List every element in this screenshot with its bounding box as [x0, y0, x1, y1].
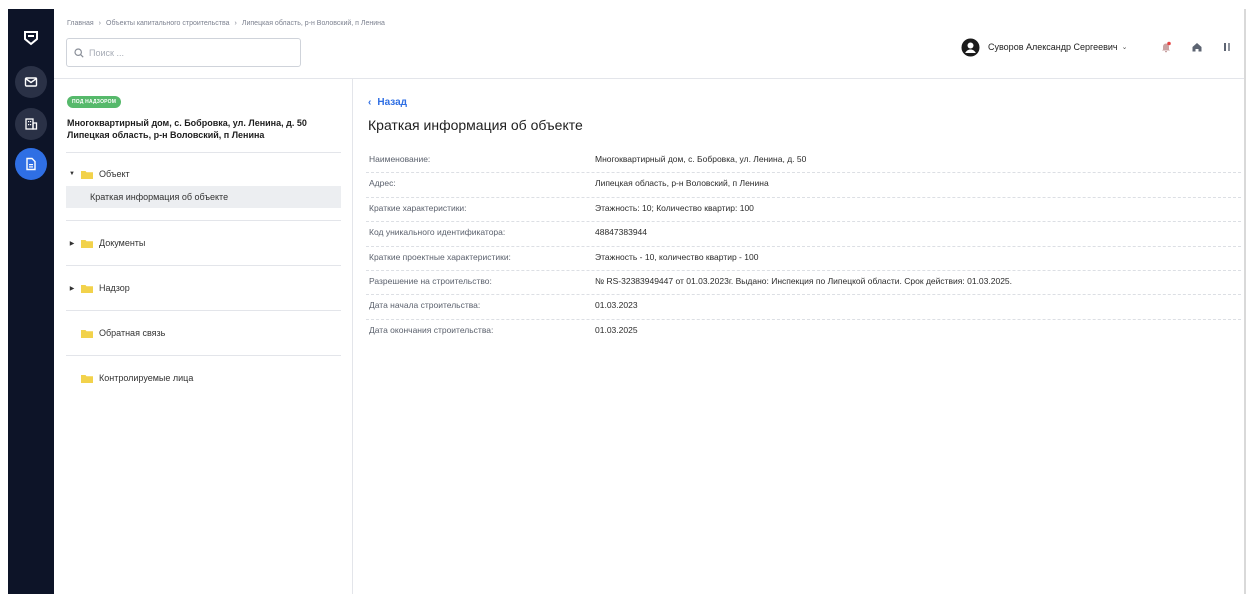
- folder-icon: [81, 284, 93, 293]
- home-button[interactable]: [1187, 37, 1207, 57]
- header: Главная › Объекты капитального строительст…: [54, 9, 1244, 79]
- search-icon: [74, 47, 84, 58]
- info-row: Краткие проектные характеристики: Этажнос…: [366, 247, 1241, 271]
- info-row: Код уникального идентификатора: 488473839…: [366, 222, 1241, 247]
- info-label: Дата окончания строительства:: [369, 324, 494, 335]
- tree-item-feedback[interactable]: Обратная связь: [66, 322, 341, 344]
- nav-rail: [8, 9, 54, 594]
- rail-mail-button[interactable]: [15, 66, 47, 98]
- info-label: Краткие проектные характеристики:: [369, 251, 511, 262]
- tree-item-label: Контролируемые лица: [99, 373, 194, 383]
- folder-icon: [81, 170, 93, 179]
- object-title-line2: Липецкая область, р-н Воловский, п Ленин…: [67, 130, 265, 140]
- folder-icon: [81, 239, 93, 248]
- shield-logo-icon[interactable]: [19, 26, 43, 50]
- home-icon: [1192, 43, 1202, 52]
- caret-right-icon: ▶: [69, 240, 75, 247]
- info-row: Наименование: Многоквартирный дом, с. Боб…: [366, 149, 1241, 174]
- info-value: 01.03.2025: [595, 324, 638, 335]
- top-strip: [0, 0, 1246, 9]
- divider: [66, 265, 341, 266]
- document-icon: [26, 157, 36, 171]
- info-label: Дата начала строительства:: [369, 300, 481, 311]
- chevron-right-icon: ›: [98, 20, 101, 27]
- breadcrumb: Главная › Объекты капитального строительст…: [67, 20, 385, 27]
- tree-item-controlled-persons[interactable]: Контролируемые лица: [66, 367, 341, 389]
- breadcrumb-objects[interactable]: Объекты капитального строительства: [106, 20, 230, 27]
- logout-icon: [1224, 43, 1230, 51]
- object-title: Многоквартирный дом, с. Бобровка, ул. Ле…: [67, 117, 347, 141]
- divider: [66, 220, 341, 221]
- info-label: Разрешение на строительство:: [369, 275, 492, 286]
- info-row: Краткие характеристики: Этажность: 10; Ко…: [366, 198, 1241, 223]
- tree-item-brief-info[interactable]: Краткая информация об объекте: [66, 186, 341, 208]
- status-badge: ПОД НАДЗОРОМ: [67, 96, 122, 108]
- rail-documents-button[interactable]: [15, 148, 47, 180]
- user-name: Суворов Александр Сергеевич: [988, 42, 1118, 52]
- back-label: Назад: [377, 97, 407, 108]
- info-row: Дата начала строительства: 01.03.2023: [366, 295, 1241, 320]
- info-label: Наименование:: [369, 154, 431, 164]
- divider: [66, 355, 341, 356]
- chevron-right-icon: ›: [234, 20, 237, 27]
- info-table: Наименование: Многоквартирный дом, с. Боб…: [366, 149, 1241, 344]
- info-value: 48847383944: [595, 227, 648, 238]
- info-row: Адрес: Липецкая область, р-н Воловский, п…: [366, 173, 1241, 198]
- chevron-down-icon: ⌄: [1121, 44, 1128, 51]
- tree-item-label: Обратная связь: [99, 328, 166, 338]
- folder-icon: [81, 329, 93, 338]
- divider: [66, 152, 341, 153]
- mail-icon: [24, 77, 38, 87]
- page-title: Краткая информация об объекте: [368, 117, 583, 133]
- user-avatar-icon: [961, 38, 980, 56]
- tree-item-documents[interactable]: ▶ Документы: [66, 232, 341, 254]
- user-menu[interactable]: Суворов Александр Сергеевич ⌄: [961, 37, 1128, 57]
- divider: [66, 310, 341, 311]
- info-row: Дата окончания строительства: 01.03.2025: [366, 320, 1241, 344]
- search-input[interactable]: [89, 47, 289, 58]
- caret-down-icon: ▼: [69, 171, 75, 177]
- info-row: Разрешение на строительство: № RS-3238394…: [366, 271, 1241, 296]
- bell-icon: [1162, 41, 1171, 53]
- tree-item-supervision[interactable]: ▶ Надзор: [66, 277, 341, 299]
- object-title-line1: Многоквартирный дом, с. Бобровка, ул. Ле…: [67, 118, 307, 128]
- breadcrumb-current: Липецкая область, р-н Воловский, п Ленин…: [241, 20, 385, 27]
- app-window: Главная › Объекты капитального строительст…: [0, 0, 1246, 594]
- tree-item-object[interactable]: ▼ Объект: [66, 163, 341, 185]
- building-icon: [25, 118, 38, 130]
- info-label: Код уникального идентификатора:: [369, 227, 506, 238]
- info-value: Этажность - 10, количество квартир - 100: [595, 251, 759, 262]
- breadcrumb-home[interactable]: Главная: [67, 20, 94, 27]
- tree-item-label: Объект: [99, 169, 130, 179]
- info-label: Краткие характеристики:: [369, 202, 467, 213]
- info-value: Липецкая область, р-н Воловский, п Ленин…: [595, 178, 769, 189]
- info-value: Этажность: 10; Количество квартир: 100: [595, 202, 754, 213]
- caret-right-icon: ▶: [69, 285, 75, 292]
- notifications-button[interactable]: [1156, 37, 1176, 57]
- object-tree-panel: ПОД НАДЗОРОМ Многоквартирный дом, с. Боб…: [54, 79, 353, 594]
- rail-objects-button[interactable]: [15, 108, 47, 140]
- info-value: № RS-32383949447 от 01.03.2023г. Выдано:…: [595, 275, 1013, 286]
- main-content: ‹ Назад Краткая информация об объекте На…: [354, 79, 1244, 594]
- back-link[interactable]: ‹ Назад: [368, 97, 407, 108]
- folder-icon: [81, 374, 93, 383]
- search-box[interactable]: [66, 38, 301, 67]
- chevron-left-icon: ‹: [368, 97, 372, 108]
- logout-button[interactable]: [1217, 37, 1237, 57]
- tree-item-label: Документы: [99, 238, 146, 248]
- tree-item-label: Надзор: [99, 283, 130, 293]
- info-value: Многоквартирный дом, с. Бобровка, ул. Ле…: [595, 154, 807, 164]
- info-label: Адрес:: [369, 178, 396, 189]
- info-value: 01.03.2023: [595, 300, 638, 311]
